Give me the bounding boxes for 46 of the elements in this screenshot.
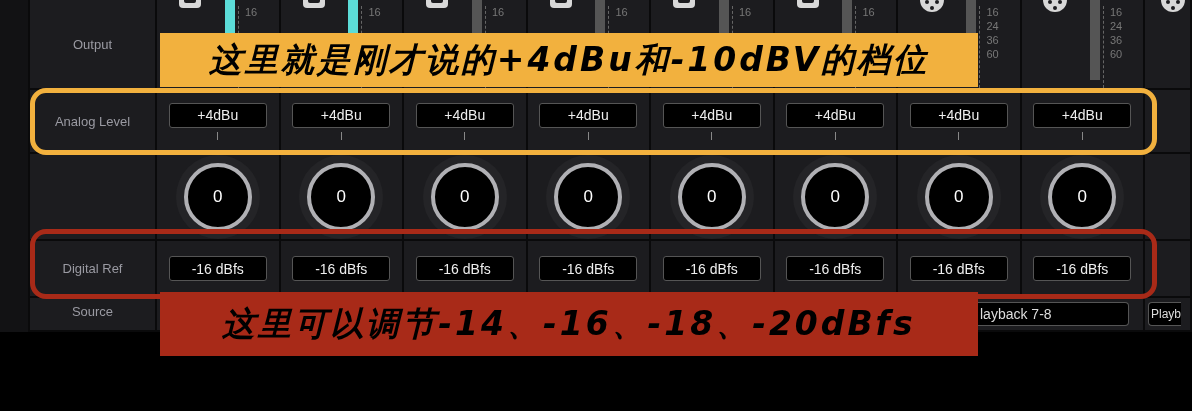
row-label: Output <box>73 36 112 52</box>
digital-ref-dropdown[interactable]: -16 dBfs <box>539 256 638 281</box>
meter-scale-label: 16 <box>862 6 875 18</box>
analog-level-dropdown[interactable]: +4dBu <box>909 102 1008 128</box>
trim-knob[interactable]: 0 <box>554 162 623 231</box>
digital-ref-dropdown[interactable]: -16 dBfs <box>909 256 1008 281</box>
analog-level-dropdown[interactable]: +4dBu <box>1033 102 1132 128</box>
trim-knob[interactable]: 0 <box>677 162 746 231</box>
row-label: Analog Level <box>54 113 131 129</box>
row-label: Digital Ref <box>62 261 123 276</box>
trim-knob[interactable]: 0 <box>307 162 376 231</box>
digital-ref-dropdown[interactable]: -16 dBfs <box>168 256 267 281</box>
meter-scale-label: 60 <box>1109 48 1123 60</box>
trim-knob[interactable]: 0 <box>801 162 870 231</box>
source-dropdown[interactable]: Playb <box>1148 302 1182 326</box>
meter-scale-label: 16 <box>368 6 381 18</box>
analog-level-dropdown[interactable]: +4dBu <box>292 102 391 128</box>
annotation-text: 这里可以调节-14、-16、-18、-20dBfs <box>222 302 916 345</box>
meter-scale-label: 16 <box>986 6 999 18</box>
source-dropdown[interactable]: layback 7-8 <box>978 302 1129 326</box>
meter-scale-label: 60 <box>986 48 999 60</box>
trim-knob[interactable]: 0 <box>924 162 993 231</box>
analog-level-dropdown[interactable]: +4dBu <box>662 102 761 128</box>
digital-ref-dropdown[interactable]: -16 dBfs <box>786 256 885 281</box>
meter-scale-label: 24 <box>986 20 999 32</box>
annotation-text: 这里就是刚才说的+4dBu和-10dBV的档位 <box>208 38 930 81</box>
meter-scale-label: 16 <box>1109 6 1123 18</box>
meter-scale-label: 16 <box>244 6 258 18</box>
digital-ref-dropdown[interactable]: -16 dBfs <box>415 256 514 281</box>
digital-ref-dropdown[interactable]: -16 dBfs <box>292 256 391 281</box>
analog-level-dropdown[interactable]: +4dBu <box>415 102 514 128</box>
digital-ref-dropdown[interactable]: -16 dBfs <box>662 256 761 281</box>
trim-knob[interactable]: 0 <box>1048 162 1117 231</box>
analog-level-dropdown[interactable]: +4dBu <box>539 102 638 128</box>
analog-level-dropdown[interactable]: +4dBu <box>168 102 267 128</box>
meter-scale-label: 16 <box>615 6 628 18</box>
trim-knob[interactable]: 0 <box>430 162 499 231</box>
row-label: Source <box>71 304 114 319</box>
trim-knob[interactable]: 0 <box>183 162 252 231</box>
meter-scale-label: 16 <box>738 6 752 18</box>
meter-scale-label: 24 <box>1109 20 1123 32</box>
meter-scale-label: 36 <box>986 34 999 46</box>
digital-ref-dropdown[interactable]: -16 dBfs <box>1033 256 1132 281</box>
analog-level-dropdown[interactable]: +4dBu <box>786 102 885 128</box>
meter-scale-label: 16 <box>491 6 505 18</box>
meter-scale-label: 36 <box>1109 34 1123 46</box>
